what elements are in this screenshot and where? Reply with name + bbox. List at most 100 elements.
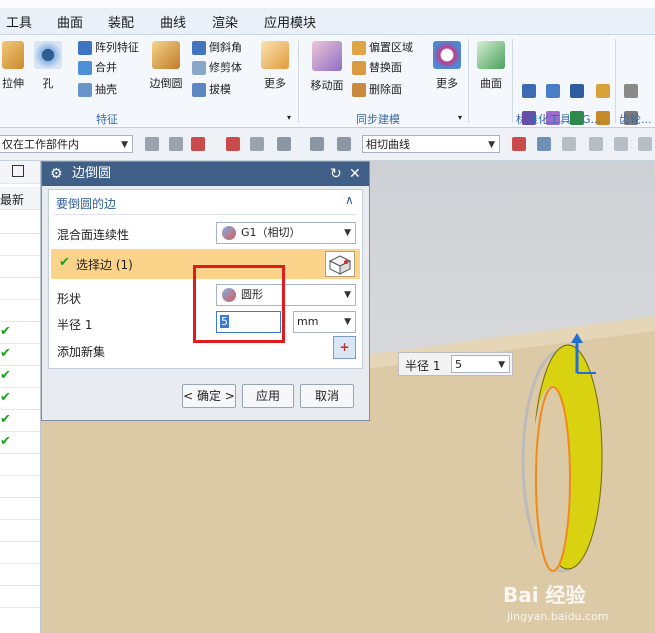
watermark-brand: Bai 经验 <box>503 583 586 607</box>
selection-scope-select[interactable]: 仅在工作部件内 ▼ <box>0 135 133 153</box>
chevron-down-icon: ▼ <box>121 140 128 150</box>
offset-region-button[interactable]: 偏置区域 <box>352 39 413 57</box>
sync-group-expand-icon[interactable]: ▾ <box>458 113 462 122</box>
ribbon-separator <box>468 39 469 123</box>
table-row[interactable] <box>0 211 40 234</box>
navigator-column-row: 最新 <box>0 187 40 210</box>
table-row[interactable] <box>0 475 40 498</box>
line-icon[interactable] <box>589 137 603 151</box>
arrow-icon[interactable] <box>537 137 551 151</box>
table-row[interactable] <box>0 519 40 542</box>
dialog-title-bar: ⚙ 边倒圆 ↻ ✕ <box>42 162 369 186</box>
trim-body-button[interactable]: 修剪体 <box>192 59 242 77</box>
table-row[interactable] <box>0 233 40 256</box>
replace-face-button[interactable]: 替换面 <box>352 59 402 77</box>
table-row[interactable] <box>0 277 40 300</box>
edge-blend-button[interactable]: 边倒圆 <box>146 41 186 91</box>
collapse-icon[interactable]: ∧ <box>345 193 354 207</box>
continuity-select[interactable]: G1（相切） ▼ <box>216 222 356 244</box>
surface-icon <box>477 41 505 69</box>
table-row[interactable]: ✔ <box>0 409 40 432</box>
snap-icon[interactable] <box>226 137 240 151</box>
table-row[interactable] <box>0 497 40 520</box>
part-navigator: 最新 ✔ ✔ ✔ ✔ ✔ ✔ <box>0 161 41 633</box>
continuity-icon <box>222 226 236 240</box>
unite-icon <box>78 61 92 75</box>
chevron-down-icon: ▼ <box>344 228 351 238</box>
reset-icon[interactable]: ↻ <box>330 162 342 186</box>
delete-face-button[interactable]: 删除面 <box>352 81 402 99</box>
add-icon: + <box>339 340 350 354</box>
more-sync-button[interactable]: 更多 <box>430 41 464 91</box>
surface-button[interactable]: 曲面 <box>474 41 508 91</box>
extrude-icon <box>2 41 24 69</box>
shell-button[interactable]: 抽壳 <box>78 81 117 99</box>
pick-icon[interactable] <box>250 137 264 151</box>
gear-icon[interactable]: ⚙ <box>50 162 63 186</box>
move-face-icon <box>312 41 342 71</box>
dialog-title: 边倒圆 <box>72 166 112 181</box>
snap-icon[interactable] <box>191 137 205 151</box>
table-row[interactable] <box>0 453 40 476</box>
intersect-icon[interactable] <box>512 137 526 151</box>
radius-handle-input[interactable]: 5 ▼ <box>451 355 510 373</box>
standard-part-icon[interactable] <box>596 84 610 98</box>
menu-assembly[interactable]: 装配 <box>108 12 134 31</box>
chamfer-button[interactable]: 倒斜角 <box>192 39 242 57</box>
pattern-feature-button[interactable]: 阵列特征 <box>78 39 139 57</box>
section-title[interactable]: 要倒圆的边 <box>56 195 116 212</box>
point-icon[interactable] <box>562 137 576 151</box>
gear-tool-icon[interactable] <box>624 84 638 98</box>
table-row[interactable] <box>0 299 40 322</box>
pattern-icon <box>78 41 92 55</box>
table-row[interactable] <box>0 563 40 586</box>
select-edge-label: 选择边 (1) <box>76 258 133 272</box>
add-set-button[interactable]: + <box>333 336 356 359</box>
cancel-button[interactable]: 取消 <box>300 384 354 408</box>
filter-icon[interactable] <box>169 137 183 151</box>
unite-button[interactable]: 合并 <box>78 59 117 77</box>
menu-tools[interactable]: 工具 <box>6 12 32 31</box>
menu-render[interactable]: 渲染 <box>212 12 238 31</box>
close-icon[interactable]: ✕ <box>349 162 361 186</box>
table-row[interactable] <box>0 541 40 564</box>
curve-icon[interactable] <box>638 137 652 151</box>
draft-icon <box>192 83 206 97</box>
move-face-button[interactable]: 移动面 <box>307 41 347 93</box>
more-feature-button[interactable]: 更多 <box>258 41 292 91</box>
view-icon[interactable] <box>337 137 351 151</box>
menu-surface[interactable]: 曲面 <box>57 12 83 31</box>
standard-part-icon[interactable] <box>522 84 536 98</box>
navigator-header-row <box>0 161 40 184</box>
apply-button[interactable]: 应用 <box>242 384 294 408</box>
table-row[interactable] <box>0 585 40 608</box>
table-row[interactable]: ✔ <box>0 321 40 344</box>
ribbon-separator <box>512 39 513 123</box>
curve-rule-select[interactable]: 相切曲线 ▼ <box>362 135 500 153</box>
select-edge-button[interactable] <box>325 251 355 277</box>
view-icon[interactable] <box>310 137 324 151</box>
menu-curve[interactable]: 曲线 <box>160 12 186 31</box>
ok-button[interactable]: < 确定 > <box>182 384 236 408</box>
table-row[interactable]: ✔ <box>0 431 40 454</box>
table-row[interactable]: ✔ <box>0 343 40 366</box>
menu-app-modules[interactable]: 应用模块 <box>264 12 316 31</box>
check-icon: ✔ <box>0 412 11 427</box>
draft-button[interactable]: 拔模 <box>192 81 231 99</box>
check-icon: ✔ <box>59 255 70 270</box>
hole-button[interactable]: 孔 <box>32 41 64 91</box>
standard-part-icon[interactable] <box>546 84 560 98</box>
table-row[interactable] <box>0 255 40 278</box>
extrude-button[interactable]: 拉伸 <box>0 41 26 91</box>
feature-group-expand-icon[interactable]: ▾ <box>287 113 291 122</box>
standard-part-icon[interactable] <box>570 84 584 98</box>
table-row[interactable]: ✔ <box>0 387 40 410</box>
filter-icon[interactable] <box>145 137 159 151</box>
radius-unit-select[interactable]: mm ▼ <box>293 311 356 333</box>
table-row[interactable]: ✔ <box>0 365 40 388</box>
chevron-down-icon: ▼ <box>344 317 351 327</box>
check-icon: ✔ <box>0 434 11 449</box>
line-icon[interactable] <box>614 137 628 151</box>
box-select-icon[interactable] <box>277 137 291 151</box>
maximize-icon[interactable] <box>12 165 24 177</box>
